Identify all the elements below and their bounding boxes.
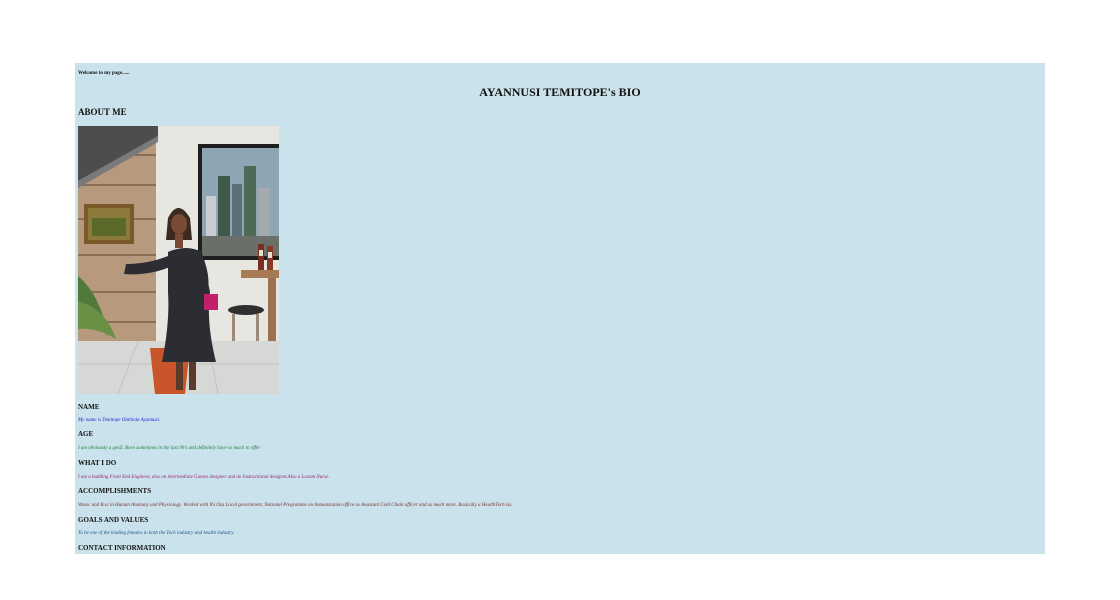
what-i-do-heading: WHAT I DO bbox=[78, 459, 117, 467]
about-me-heading: ABOUT ME bbox=[78, 107, 127, 117]
name-heading: NAME bbox=[78, 403, 100, 411]
page-title: AYANNUSI TEMITOPE's BIO bbox=[479, 85, 641, 99]
profile-photo bbox=[78, 126, 279, 394]
accomplishments-heading: ACCOMPLISHMENTS bbox=[78, 487, 152, 495]
what-i-do-text: I am a budding Front End Engineer, also … bbox=[78, 475, 330, 480]
age-text: I am obviously a genZ. Born sometimes in… bbox=[78, 446, 261, 451]
bio-page-panel: Welcome to my page...... AYANNUSI TEMITO… bbox=[75, 63, 1045, 554]
contact-heading: CONTACT INFORMATION bbox=[78, 544, 166, 552]
accomplishments-text: Wassc and B.sc in Human Anatomy and Phys… bbox=[78, 503, 513, 508]
name-text: My name is Temitope Olabiola Ayannusi. bbox=[78, 418, 161, 423]
goals-text: To be one of the leading females in both… bbox=[78, 531, 235, 536]
age-heading: AGE bbox=[78, 430, 94, 438]
goals-heading: GOALS AND VALUES bbox=[78, 516, 149, 524]
welcome-text: Welcome to my page...... bbox=[78, 71, 130, 76]
